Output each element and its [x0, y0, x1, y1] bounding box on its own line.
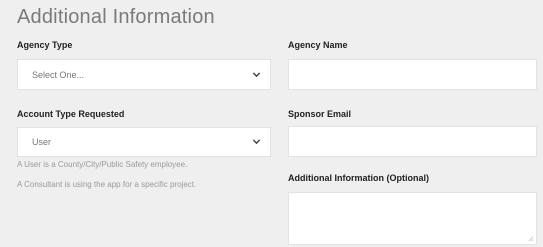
account-type-select[interactable]: User [17, 127, 271, 157]
account-type-value: User [32, 137, 52, 147]
chevron-down-icon [252, 139, 261, 145]
agency-name-label: Agency Name [288, 40, 348, 50]
sponsor-email-input[interactable] [288, 126, 537, 157]
agency-name-input[interactable] [288, 59, 537, 90]
resize-grip-icon[interactable] [527, 235, 534, 242]
sponsor-email-label: Sponsor Email [288, 109, 352, 119]
additional-info-label: Additional Information (Optional) [288, 173, 429, 183]
account-help-user: A User is a County/City/Public Safety em… [17, 160, 188, 169]
agency-type-label: Agency Type [17, 40, 73, 50]
account-help-consultant: A Consultant is using the app for a spec… [17, 180, 197, 189]
chevron-down-icon [252, 71, 261, 77]
account-type-label: Account Type Requested [17, 109, 125, 119]
section-title: Additional Information [17, 6, 215, 28]
additional-info-textarea[interactable] [288, 192, 537, 245]
agency-type-value: Select One... [32, 69, 85, 80]
agency-type-select[interactable]: Select One... [17, 59, 271, 90]
